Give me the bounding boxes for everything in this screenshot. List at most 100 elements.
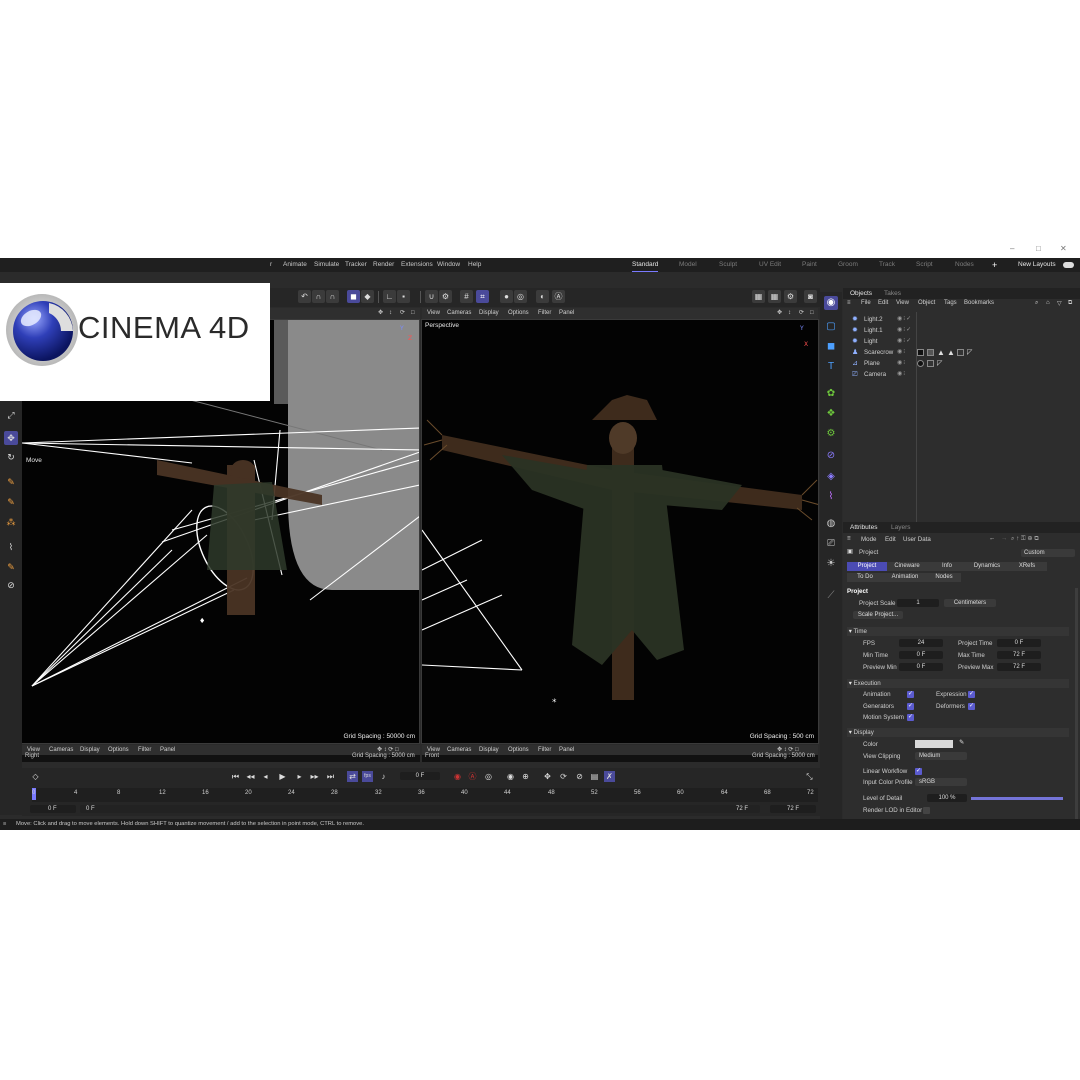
menu-simulate[interactable]: Simulate [314, 258, 339, 272]
time-ruler[interactable] [32, 788, 818, 802]
filter-icon[interactable]: ▽ [1057, 300, 1062, 307]
scale-tool-icon[interactable]: ⤢ [4, 408, 18, 422]
attributes-menu-mode[interactable]: Mode [861, 536, 876, 543]
camera-icon[interactable]: ⎚ [824, 537, 838, 551]
attributes-menu-edit[interactable]: Edit [885, 536, 896, 543]
viewport-maximize-icon[interactable]: □ [810, 308, 814, 319]
visibility-icon[interactable]: ◉⁝ [897, 369, 906, 380]
object-row[interactable]: ✹ Light.2 ◉⁝✓ [843, 314, 1080, 325]
viewport-right-menu-options[interactable]: Options [508, 308, 529, 319]
objects-menu-edit[interactable]: Edit [878, 300, 888, 306]
forward-arrow-icon[interactable]: → [1001, 535, 1007, 542]
eyedropper-icon[interactable]: ✎ [959, 739, 964, 746]
viewport-right-menu-view[interactable]: View [427, 308, 440, 319]
quantize-icon[interactable]: ⌗ [476, 290, 489, 303]
project-scale-field[interactable]: 1 [897, 599, 939, 607]
home-icon[interactable]: ⌂ [1046, 300, 1050, 306]
visibility-icon[interactable]: ◉⁝✓ [897, 336, 912, 347]
knife-icon[interactable]: ⊘ [4, 578, 18, 592]
next-key-icon[interactable]: ▸▸ [309, 771, 320, 782]
lock-icon[interactable]: ∩ [326, 290, 339, 303]
subtab-dynamics[interactable]: Dynamics [967, 562, 1007, 571]
subtab-animation[interactable]: Animation [883, 573, 927, 582]
object-row[interactable]: ✹ Light.1 ◉⁝✓ [843, 325, 1080, 336]
search-icon[interactable]: ⌕ [1035, 300, 1038, 307]
layout-tab-track[interactable]: Track [879, 258, 895, 272]
prev-key-icon[interactable]: ◂◂ [245, 771, 256, 782]
objects-menu-object[interactable]: Object [918, 300, 935, 306]
sketch-icon[interactable]: ⟋ [824, 589, 838, 603]
render-picture-icon[interactable]: ▦ [768, 290, 781, 303]
cloner-icon[interactable]: ❖ [824, 407, 838, 421]
view-clipping-dropdown[interactable]: Medium [915, 752, 967, 760]
symmetry-icon[interactable]: ◐ [536, 290, 549, 303]
viewport-move-icon[interactable]: ✥ [777, 308, 782, 319]
subtab-nodes[interactable]: Nodes [927, 573, 961, 582]
material-tag-icon[interactable] [917, 349, 924, 356]
linear-workflow-checkbox[interactable]: ✓ [915, 768, 922, 775]
points-mode-icon[interactable]: ◆ [361, 290, 374, 303]
axis-mode-icon[interactable]: ∟ [383, 290, 396, 303]
object-row[interactable]: ⊿ Plane ◉⁝ ◸ [843, 358, 1080, 369]
status-menu-icon[interactable]: ≡ [3, 819, 6, 830]
tab-objects[interactable]: Objects [850, 288, 872, 299]
layout-tab-script[interactable]: Script [916, 258, 933, 272]
object-row[interactable]: ♟ Scarecrow ◉⁝ ▲ ▲ ◸ [843, 347, 1080, 358]
back-arrow-icon[interactable]: ← [989, 535, 995, 542]
snap-settings-icon[interactable]: ⚙ [439, 290, 452, 303]
viewport-move-icon[interactable]: ✥ [378, 308, 383, 319]
hamburger-icon[interactable]: ≡ [847, 535, 851, 542]
menu-tracker[interactable]: Tracker [345, 258, 367, 272]
objects-menu-file[interactable]: File [861, 300, 871, 306]
render-queue-icon[interactable]: ◙ [804, 290, 817, 303]
menu-item[interactable]: r [270, 258, 272, 272]
objects-menu-view[interactable]: View [896, 300, 909, 306]
end-frame-field[interactable]: 72 F [770, 805, 816, 813]
play-icon[interactable]: ▶ [277, 771, 288, 782]
move-tool-icon[interactable]: ✥ [4, 431, 18, 445]
viewport-right-menu-display[interactable]: Display [479, 308, 499, 319]
window-minimize-button[interactable]: – [1010, 244, 1014, 253]
key-scale-icon[interactable]: ⊘ [574, 771, 585, 782]
spline-pen-icon[interactable]: ✎ [4, 475, 18, 489]
material-tag-icon[interactable] [927, 349, 934, 356]
visibility-icon[interactable]: ◉⁝ [897, 347, 906, 358]
subtab-info[interactable]: Info [927, 562, 967, 571]
undo-icon[interactable]: ↶ [298, 290, 311, 303]
spline-icon[interactable]: ⌇ [824, 490, 838, 504]
layout-tab-groom[interactable]: Groom [838, 258, 858, 272]
sound-icon[interactable]: ♪ [378, 771, 389, 782]
hamburger-icon[interactable]: ≡ [847, 300, 851, 306]
next-frame-icon[interactable]: ▸ [294, 771, 305, 782]
axis-lock-icon[interactable]: Ⓐ [552, 290, 565, 303]
tab-attributes[interactable]: Attributes [850, 522, 877, 533]
current-frame-field[interactable]: 0 F [400, 772, 440, 780]
viewport-right-menu-filter[interactable]: Filter [538, 308, 551, 319]
visibility-icon[interactable]: ◉⁝ [897, 358, 906, 369]
timeline-expand-icon[interactable]: ⤡ [804, 771, 815, 782]
viewport-maximize-icon[interactable]: □ [411, 308, 415, 319]
window-close-button[interactable]: ✕ [1060, 244, 1067, 253]
start-frame-field[interactable]: 0 F [30, 805, 76, 813]
null-object-icon[interactable]: ◉ [824, 296, 838, 310]
viewport-right-menu-panel[interactable]: Panel [559, 308, 574, 319]
field-icon[interactable]: ◈ [824, 470, 838, 484]
viewport-right-menu-cameras[interactable]: Cameras [447, 308, 471, 319]
viewport-zoom-icon[interactable]: ↕ [389, 308, 392, 319]
layout-tab-standard[interactable]: Standard [632, 258, 659, 272]
key-rotate-icon[interactable]: ⟳ [558, 771, 569, 782]
window-maximize-button[interactable]: □ [1036, 244, 1041, 253]
section-display[interactable]: ▾ Display [847, 728, 1069, 737]
material-tag-icon[interactable] [917, 360, 924, 367]
menu-animate[interactable]: Animate [283, 258, 307, 272]
selection-icon[interactable]: ⁂ [4, 515, 18, 529]
loop-icon[interactable]: ⇄ [347, 771, 358, 782]
paint-icon[interactable]: ✎ [4, 560, 18, 574]
key-position-icon[interactable]: ◉ [505, 771, 516, 782]
deformer-icon[interactable]: ⊘ [824, 449, 838, 463]
autokey-icon[interactable]: Ⓐ [467, 771, 478, 782]
viewport-perspective[interactable]: ⁎ Y X Perspective Grid Spacing : 500 cm [421, 319, 819, 744]
objects-menu-tags[interactable]: Tags [944, 300, 957, 306]
tag-flag-icon[interactable]: ◸ [937, 358, 942, 369]
key-move-icon[interactable]: ✥ [542, 771, 553, 782]
